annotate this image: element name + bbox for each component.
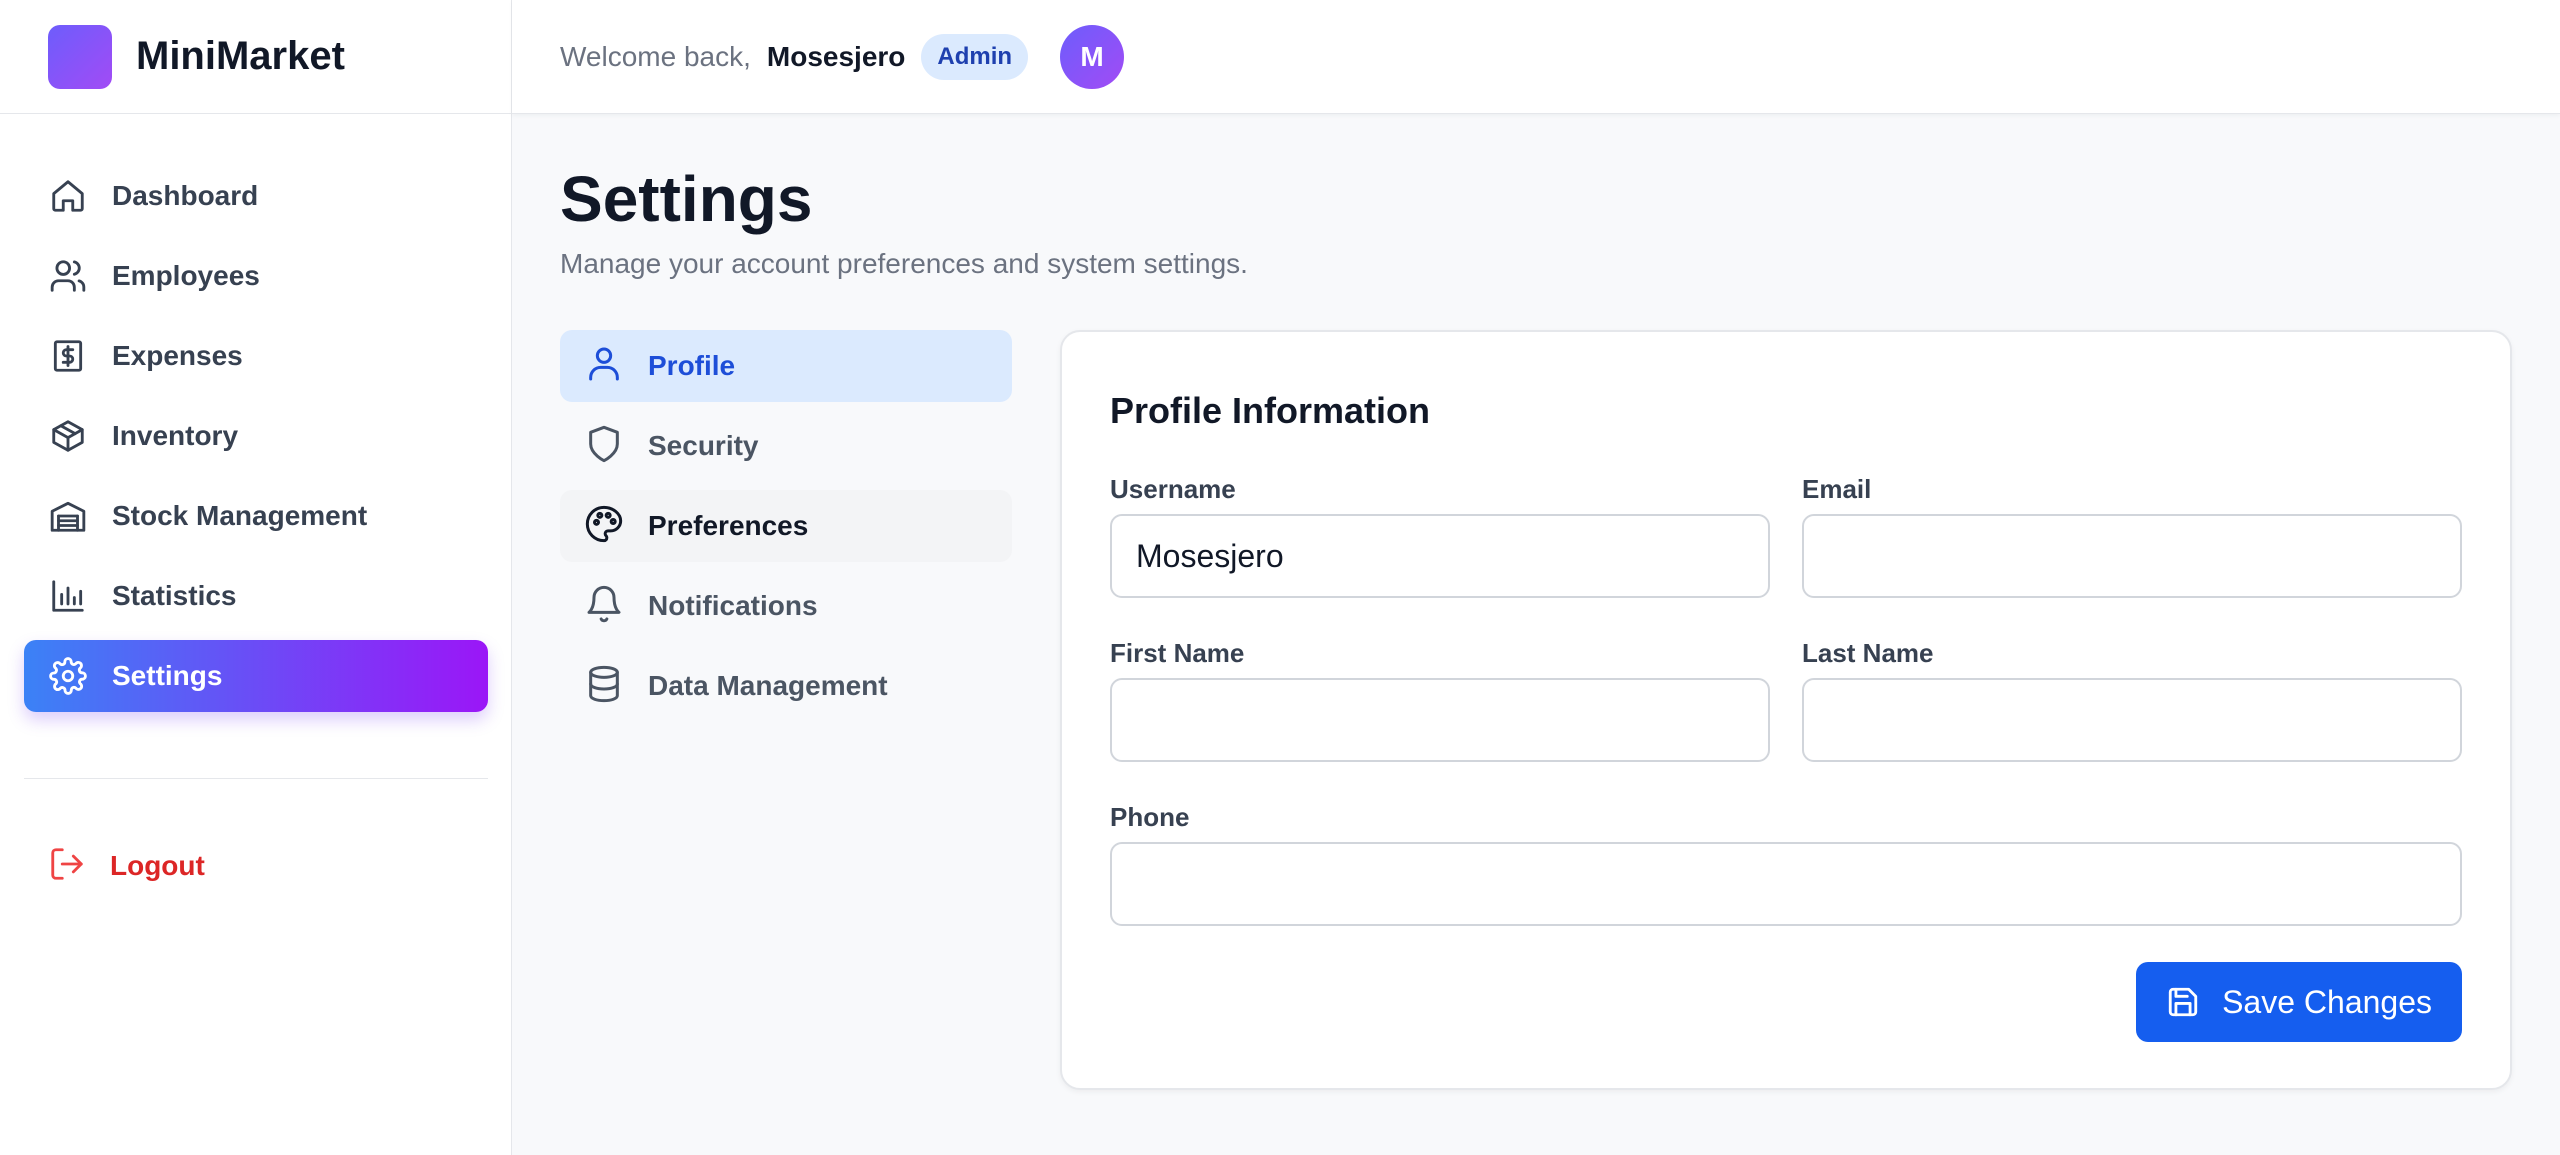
page-title: Settings bbox=[560, 163, 813, 235]
sidebar-divider bbox=[24, 778, 488, 779]
logout-button[interactable]: Logout bbox=[24, 830, 488, 902]
brand-logo bbox=[48, 24, 112, 89]
phone-label: Phone bbox=[1110, 802, 1190, 832]
sidebar-item-settings[interactable]: Settings bbox=[24, 640, 488, 712]
save-icon bbox=[2168, 987, 2198, 1017]
welcome-text: Welcome back, bbox=[560, 40, 751, 72]
sidebar-item-dashboard[interactable]: Dashboard bbox=[24, 160, 488, 232]
sidebar-item-label: Dashboard bbox=[112, 180, 259, 211]
sidebar-item-label: Employees bbox=[112, 260, 260, 291]
settings-tab-label: Profile bbox=[648, 350, 736, 381]
last-name-label: Last Name bbox=[1802, 638, 1934, 668]
settings-tab-security[interactable]: Security bbox=[560, 410, 1012, 482]
avatar[interactable]: M bbox=[1060, 24, 1125, 89]
email-label: Email bbox=[1802, 474, 1872, 504]
settings-tab-label: Preferences bbox=[648, 510, 809, 541]
last-name-input[interactable] bbox=[1802, 678, 2462, 762]
box-icon bbox=[48, 416, 88, 456]
database-icon bbox=[584, 664, 624, 709]
username-label: Username bbox=[1110, 474, 1236, 504]
settings-tab-notifications[interactable]: Notifications bbox=[560, 570, 1012, 642]
phone-input[interactable] bbox=[1110, 842, 2462, 926]
sidebar-item-label: Stock Management bbox=[112, 500, 368, 531]
settings-tab-preferences[interactable]: Preferences bbox=[560, 490, 1012, 562]
settings-tab-label: Data Management bbox=[648, 670, 888, 701]
bell-icon bbox=[584, 584, 624, 629]
sidebar-item-label: Expenses bbox=[112, 340, 243, 371]
last-name-field-group: Last Name bbox=[1802, 638, 2462, 762]
phone-field-group: Phone bbox=[1110, 802, 2462, 926]
gear-icon bbox=[48, 656, 88, 696]
settings-tab-label: Security bbox=[648, 430, 759, 461]
sidebar-item-statistics[interactable]: Statistics bbox=[24, 560, 488, 632]
top-bar: Welcome back, Mosesjero Admin M bbox=[512, 0, 2560, 114]
profile-card: Profile Information Username Email First… bbox=[1060, 330, 2512, 1090]
email-field-group: Email bbox=[1802, 474, 2462, 598]
card-title: Profile Information bbox=[1110, 390, 1431, 431]
role-badge: Admin bbox=[921, 33, 1029, 80]
sidebar-nav: Dashboard Employees Expenses Inventory S… bbox=[24, 160, 488, 720]
dollar-receipt-icon bbox=[48, 336, 88, 376]
save-changes-button[interactable]: Save Changes bbox=[2136, 962, 2462, 1042]
user-icon bbox=[584, 344, 624, 389]
username-input[interactable] bbox=[1110, 514, 1770, 598]
sidebar-item-inventory[interactable]: Inventory bbox=[24, 400, 488, 472]
brand: MiniMarket bbox=[0, 0, 511, 114]
brand-name: MiniMarket bbox=[136, 34, 345, 78]
sidebar-item-employees[interactable]: Employees bbox=[24, 240, 488, 312]
warehouse-icon bbox=[48, 496, 88, 536]
first-name-label: First Name bbox=[1110, 638, 1245, 668]
email-input[interactable] bbox=[1802, 514, 2462, 598]
sidebar-item-label: Inventory bbox=[112, 420, 239, 451]
sidebar-item-stock-management[interactable]: Stock Management bbox=[24, 480, 488, 552]
settings-nav: Profile Security Preferences Notificatio… bbox=[560, 330, 1012, 730]
sidebar-item-label: Statistics bbox=[112, 580, 237, 611]
sidebar-item-label: Settings bbox=[112, 660, 223, 691]
first-name-input[interactable] bbox=[1110, 678, 1770, 762]
username-field-group: Username bbox=[1110, 474, 1770, 598]
save-changes-label: Save Changes bbox=[2222, 983, 2432, 1020]
sidebar-item-expenses[interactable]: Expenses bbox=[24, 320, 488, 392]
logout-label: Logout bbox=[110, 850, 205, 881]
sidebar: MiniMarket Dashboard Employees Expenses … bbox=[0, 0, 512, 1155]
home-icon bbox=[48, 176, 88, 216]
header-username: Mosesjero bbox=[766, 40, 906, 72]
logout-icon bbox=[48, 845, 86, 888]
page-subtitle: Manage your account preferences and syst… bbox=[560, 248, 1248, 279]
first-name-field-group: First Name bbox=[1110, 638, 1770, 762]
users-icon bbox=[48, 256, 88, 296]
settings-tab-label: Notifications bbox=[648, 590, 818, 621]
shield-icon bbox=[584, 424, 624, 469]
bar-chart-icon bbox=[48, 576, 88, 616]
settings-tab-data-management[interactable]: Data Management bbox=[560, 650, 1012, 722]
palette-icon bbox=[584, 504, 624, 549]
settings-tab-profile[interactable]: Profile bbox=[560, 330, 1012, 402]
